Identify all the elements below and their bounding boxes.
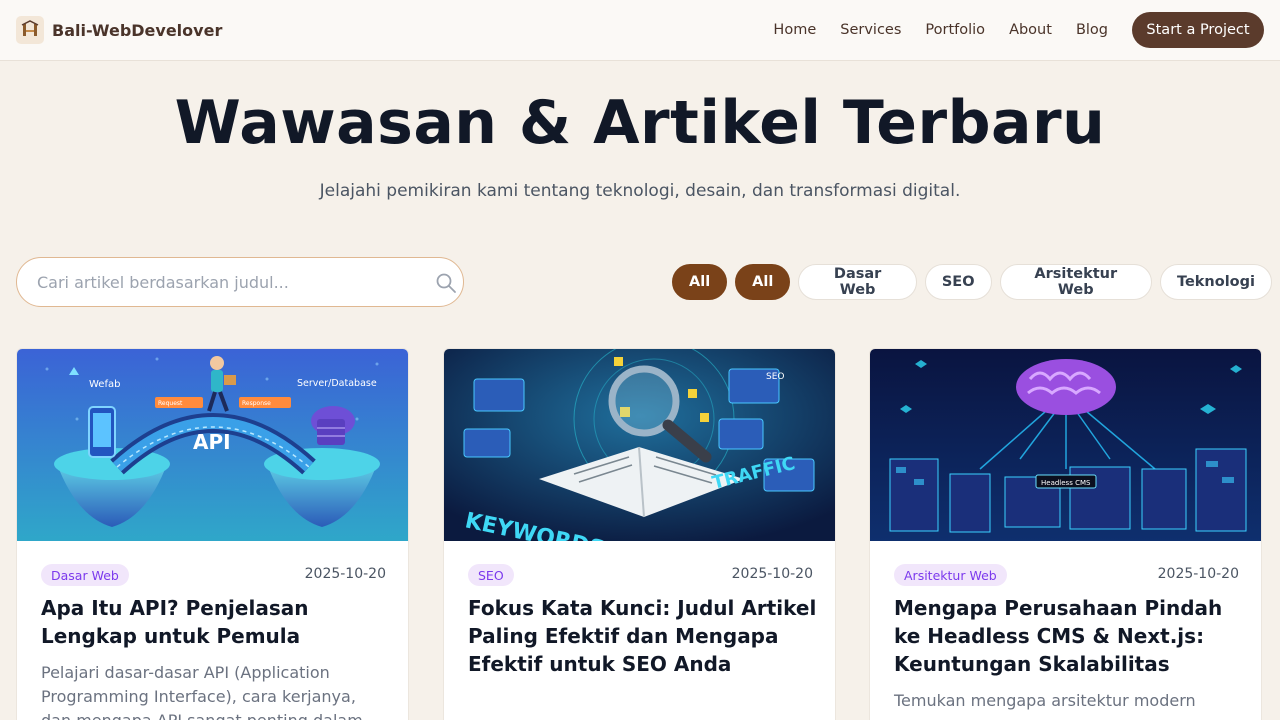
start-project-button[interactable]: Start a Project xyxy=(1132,12,1264,48)
card-meta: Arsitektur Web 2025-10-20 xyxy=(894,564,1239,586)
article-excerpt: Temukan mengapa arsitektur modern xyxy=(894,691,1196,710)
category-filters: All All Dasar Web SEO Arsitektur Web Tek… xyxy=(672,264,1280,300)
image-response-text: Response xyxy=(242,400,271,407)
image-brand-text: Wefab xyxy=(89,379,120,390)
filter-dasar-web[interactable]: Dasar Web xyxy=(798,264,917,300)
category-badge[interactable]: Arsitektur Web xyxy=(894,564,1007,586)
filter-all-duplicate[interactable]: All xyxy=(735,264,791,300)
image-server-text: Server/Database xyxy=(297,378,377,389)
brand[interactable]: Bali-WebDevelover xyxy=(16,16,222,44)
image-headless-cms-text: Headless CMS xyxy=(1041,479,1091,487)
api-illustration: Wefab Server/Database Request Response A… xyxy=(17,349,408,541)
category-badge[interactable]: Dasar Web xyxy=(41,564,129,586)
page-subtitle: Jelajahi pemikiran kami tentang teknolog… xyxy=(319,181,961,201)
brand-name: Bali-WebDevelover xyxy=(52,20,223,40)
image-request-text: Request xyxy=(158,400,183,407)
headless-cms-illustration: Headless CMS xyxy=(870,349,1261,541)
article-date: 2025-10-20 xyxy=(304,566,386,582)
nav-about[interactable]: About xyxy=(1009,20,1052,40)
top-nav: Bali-WebDevelover Home Services Portfoli… xyxy=(0,0,1280,61)
card-meta: SEO 2025-10-20 xyxy=(468,564,813,586)
search-box xyxy=(16,257,464,307)
filter-all[interactable]: All xyxy=(672,264,728,300)
article-title[interactable]: Fokus Kata Kunci: Judul Artikel Paling E… xyxy=(468,594,818,678)
nav-home[interactable]: Home xyxy=(773,20,816,40)
nav-services[interactable]: Services xyxy=(840,20,901,40)
article-card-seo[interactable]: KEYWORDS TRAFFIC SEO SEO 2025-10-20 Foku… xyxy=(443,348,836,720)
article-date: 2025-10-20 xyxy=(1157,566,1239,582)
image-seo-text: SEO xyxy=(766,372,784,382)
article-card-api[interactable]: Wefab Server/Database Request Response A… xyxy=(16,348,409,720)
filter-arsitektur-web[interactable]: Arsitektur Web xyxy=(999,264,1152,300)
logo-icon xyxy=(16,16,44,44)
article-excerpt: Pelajari dasar-dasar API (Application Pr… xyxy=(41,663,363,720)
nav-portfolio[interactable]: Portfolio xyxy=(925,20,985,40)
article-date: 2025-10-20 xyxy=(731,566,813,582)
category-badge[interactable]: SEO xyxy=(468,564,514,586)
search-icon[interactable] xyxy=(435,272,457,294)
seo-illustration: KEYWORDS TRAFFIC SEO xyxy=(444,349,835,541)
filter-teknologi[interactable]: Teknologi xyxy=(1159,264,1272,300)
search-input[interactable] xyxy=(37,258,427,306)
article-card-headless-cms[interactable]: Headless CMS Arsitektur Web 2025-10-20 M… xyxy=(869,348,1262,720)
image-api-text: API xyxy=(193,430,231,454)
nav-blog[interactable]: Blog xyxy=(1076,20,1108,40)
page-title: Wawasan & Artikel Terbaru xyxy=(174,88,1106,158)
main-menu: Home Services Portfolio About Blog xyxy=(749,20,1108,40)
card-meta: Dasar Web 2025-10-20 xyxy=(41,564,386,586)
filter-seo[interactable]: SEO xyxy=(924,264,992,300)
article-title[interactable]: Mengapa Perusahaan Pindah ke Headless CM… xyxy=(894,594,1244,678)
article-title[interactable]: Apa Itu API? Penjelasan Lengkap untuk Pe… xyxy=(41,594,391,650)
